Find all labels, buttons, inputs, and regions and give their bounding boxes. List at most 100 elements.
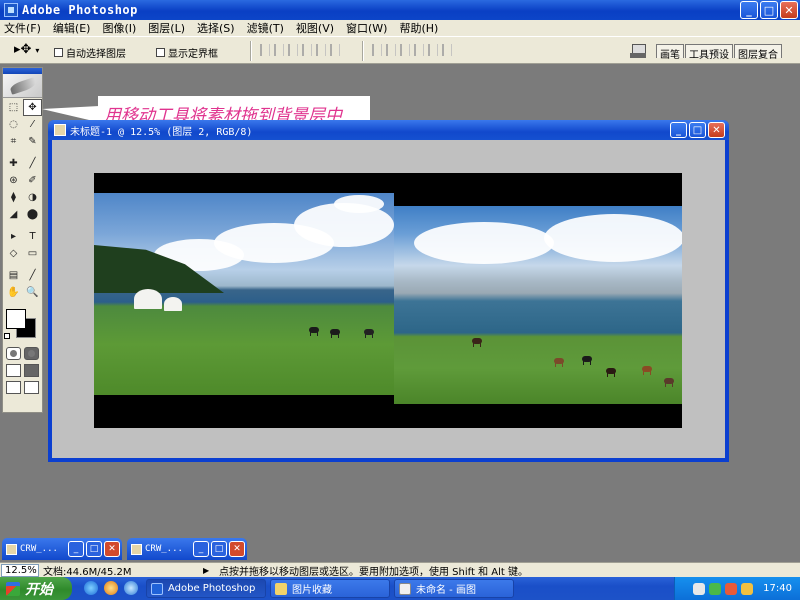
restore-button[interactable]: _ <box>68 541 84 557</box>
document-titlebar[interactable]: 未标题-1 @ 12.5% (图层 2, RGB/8) <box>48 120 729 140</box>
cow-shape <box>554 358 564 367</box>
standard-screen-icon[interactable] <box>5 364 21 377</box>
document-maximize-button[interactable]: □ <box>689 122 706 138</box>
cow-shape <box>364 329 374 338</box>
layer-2-photo[interactable] <box>394 206 682 404</box>
jump-to-imageready-icon[interactable] <box>5 381 21 394</box>
distribute-right-icon[interactable] <box>442 44 452 56</box>
checkbox-box <box>54 48 63 57</box>
path-selection-tool[interactable]: ▸ <box>4 228 23 245</box>
align-left-icon[interactable] <box>302 44 312 56</box>
menu-image[interactable]: 图像(I) <box>102 20 136 36</box>
distribute-vcenter-icon[interactable] <box>386 44 396 56</box>
document-close-button[interactable]: ✕ <box>708 122 725 138</box>
tray-app-icon[interactable] <box>693 582 706 595</box>
tray-security-icon[interactable] <box>725 582 738 595</box>
distribute-top-icon[interactable] <box>372 44 382 56</box>
screen-mode-controls <box>3 362 42 379</box>
clock[interactable]: 17:40 <box>763 583 792 594</box>
task-pictures-folder[interactable]: 图片收藏 <box>270 579 390 598</box>
marquee-tool[interactable]: ⬚ <box>4 99 23 116</box>
distribute-hcenter-icon[interactable] <box>428 44 438 56</box>
dodge-tool[interactable]: ⬤ <box>23 206 42 223</box>
tab-brushes[interactable]: 画笔 <box>656 44 684 61</box>
task-paint[interactable]: 未命名 - 画图 <box>394 579 514 598</box>
pen-tool[interactable]: ◇ <box>4 245 23 262</box>
photoshop-feather-logo[interactable] <box>3 74 42 98</box>
desktop-quicklaunch-icon[interactable] <box>124 581 138 595</box>
brush-tool[interactable]: ╱ <box>23 155 42 172</box>
zoom-tool[interactable]: 🔍 <box>23 284 42 301</box>
hand-tool[interactable]: ✋ <box>4 284 23 301</box>
close-button[interactable]: ✕ <box>780 1 798 19</box>
eyedropper-tool[interactable]: ╱ <box>23 267 42 284</box>
align-hcenter-icon[interactable] <box>316 44 326 56</box>
maximize-button[interactable]: □ <box>211 541 227 557</box>
menu-view[interactable]: 视图(V) <box>296 20 334 36</box>
paint-bucket-tool[interactable]: ◑ <box>23 189 42 206</box>
foreground-color-swatch[interactable] <box>6 309 26 329</box>
maximize-button[interactable]: □ <box>760 1 778 19</box>
close-button[interactable]: ✕ <box>229 541 245 557</box>
blur-tool[interactable]: ◢ <box>4 206 23 223</box>
full-screen-menu-icon[interactable] <box>24 364 40 377</box>
type-tool[interactable]: T <box>23 228 42 245</box>
menu-bar: 文件(F) 编辑(E) 图像(I) 图层(L) 选择(S) 滤镜(T) 视图(V… <box>0 20 800 36</box>
align-vcenter-icon[interactable] <box>274 44 284 56</box>
quick-mask-mode-icon[interactable] <box>24 347 40 360</box>
browser-quicklaunch-icon[interactable] <box>84 581 98 595</box>
cloud-shape <box>334 195 384 213</box>
show-bounding-box-checkbox[interactable]: 显示定界框 <box>156 45 218 60</box>
document-minimize-button[interactable]: _ <box>670 122 687 138</box>
distribute-bottom-icon[interactable] <box>400 44 410 56</box>
minimize-button[interactable]: _ <box>740 1 758 19</box>
menu-edit[interactable]: 编辑(E) <box>53 20 91 36</box>
task-photoshop[interactable]: Adobe Photoshop <box>146 579 266 598</box>
edit-in-imageready-icon[interactable] <box>24 381 40 394</box>
jump-controls <box>3 379 42 396</box>
start-button[interactable]: 开始 <box>0 577 72 600</box>
photoshop-app-icon[interactable] <box>4 3 18 17</box>
notes-tool[interactable]: ▤ <box>4 267 23 284</box>
image-canvas[interactable] <box>94 173 682 428</box>
default-colors-icon[interactable] <box>4 333 10 339</box>
clone-stamp-tool[interactable]: ⊛ <box>4 172 23 189</box>
menu-file[interactable]: 文件(F) <box>4 20 41 36</box>
menu-layer[interactable]: 图层(L) <box>148 20 185 36</box>
healing-brush-tool[interactable]: ✚ <box>4 155 23 172</box>
menu-select[interactable]: 选择(S) <box>197 20 235 36</box>
status-menu-arrow-icon[interactable]: ▶ <box>203 566 213 575</box>
rectangle-tool[interactable]: ▭ <box>23 245 42 262</box>
tab-tool-presets[interactable]: 工具预设 <box>685 44 733 61</box>
window-controls: _ □ ✕ <box>740 1 798 19</box>
background-layer-photo[interactable] <box>94 193 394 395</box>
tray-network-icon[interactable] <box>709 582 722 595</box>
close-button[interactable]: ✕ <box>104 541 120 557</box>
align-bottom-icon[interactable] <box>288 44 298 56</box>
align-right-icon[interactable] <box>330 44 340 56</box>
menu-help[interactable]: 帮助(H) <box>399 20 438 36</box>
maximize-button[interactable]: □ <box>86 541 102 557</box>
align-top-icon[interactable] <box>260 44 270 56</box>
auto-select-layer-checkbox[interactable]: 自动选择图层 <box>54 45 126 60</box>
restore-button[interactable]: _ <box>193 541 209 557</box>
eraser-tool[interactable]: ⧫ <box>4 189 23 206</box>
tab-layer-comps[interactable]: 图层复合 <box>734 44 782 61</box>
document-workspace <box>52 140 725 458</box>
file-browser-icon[interactable] <box>628 42 650 60</box>
show-bounding-box-label: 显示定界框 <box>168 49 218 60</box>
tray-volume-icon[interactable] <box>741 582 754 595</box>
minimized-document-1[interactable]: CRW_... _ □ ✕ <box>2 538 122 560</box>
lasso-tool[interactable]: ◌ <box>4 116 23 133</box>
distribute-left-icon[interactable] <box>414 44 424 56</box>
standard-mode-icon[interactable] <box>5 347 21 360</box>
minimized-document-2[interactable]: CRW_... _ □ ✕ <box>127 538 247 560</box>
document-window: 未标题-1 @ 12.5% (图层 2, RGB/8) _ □ ✕ <box>48 120 729 462</box>
crop-tool[interactable]: ⌗ <box>4 133 23 150</box>
tool-preset-picker[interactable]: ▸✥ ▾ <box>14 42 39 57</box>
history-brush-tool[interactable]: ✐ <box>23 172 42 189</box>
menu-filter[interactable]: 滤镜(T) <box>247 20 284 36</box>
media-quicklaunch-icon[interactable] <box>104 581 118 595</box>
zoom-input[interactable]: 12.5% <box>1 563 39 577</box>
menu-window[interactable]: 窗口(W) <box>346 20 387 36</box>
